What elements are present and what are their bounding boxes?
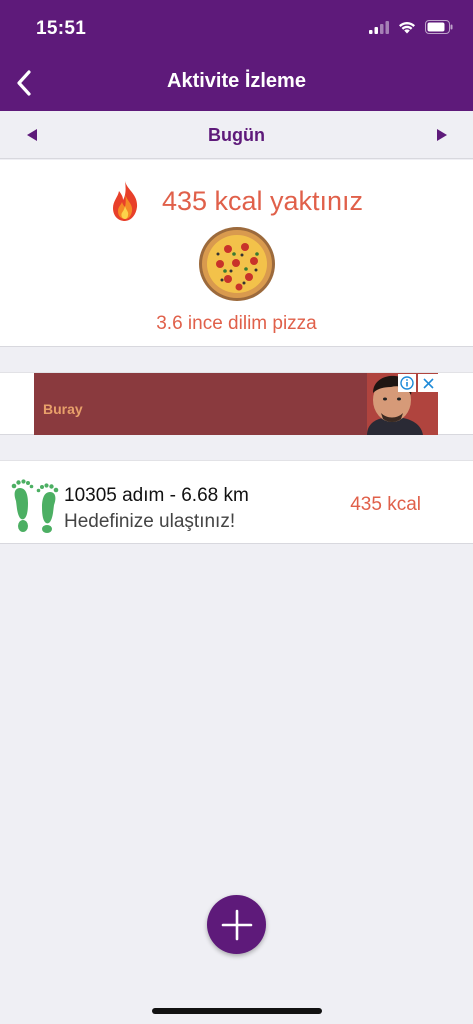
home-indicator [152, 1008, 322, 1014]
pizza-equivalent-text: 3.6 ince dilim pizza [156, 313, 317, 334]
ad-close-button[interactable] [418, 374, 438, 392]
info-icon [400, 376, 414, 390]
ad-text: Buray [43, 401, 83, 417]
calorie-summary: 435 kcal yaktınız 3.6 ince dilim pizza [0, 160, 473, 347]
pizza-icon [199, 227, 275, 301]
steps-distance-text: 10305 adım - 6.68 km [64, 485, 249, 506]
footprints-icon [11, 479, 59, 533]
plus-icon [221, 909, 252, 940]
flame-icon [112, 181, 138, 221]
ad-banner[interactable]: Buray [34, 373, 438, 435]
battery-icon [425, 20, 453, 34]
nav-header: 15:51 Aktivite İzleme [0, 0, 473, 111]
activity-kcal-text: 435 kcal [350, 494, 421, 515]
add-activity-button[interactable] [207, 895, 266, 954]
status-time: 15:51 [36, 18, 87, 39]
goal-status-text: Hedefinize ulaştınız! [64, 511, 236, 532]
triangle-right-icon [436, 129, 447, 141]
date-label: Bugün [208, 125, 265, 145]
status-icons [369, 20, 453, 34]
ad-info-button[interactable] [398, 374, 416, 392]
burned-row: 435 kcal yaktınız [0, 180, 473, 222]
wifi-icon [399, 21, 415, 33]
cellular-signal-icon [369, 20, 389, 34]
next-day-button[interactable] [426, 121, 456, 149]
burned-calories-text: 435 kcal yaktınız [161, 185, 364, 216]
activity-row[interactable]: 10305 adım - 6.68 km Hedefinize ulaştını… [0, 460, 473, 544]
page-title: Aktivite İzleme [167, 70, 306, 92]
close-icon [422, 377, 434, 389]
date-navigator: Bugün [0, 111, 473, 159]
ad-container: Buray [0, 372, 473, 435]
